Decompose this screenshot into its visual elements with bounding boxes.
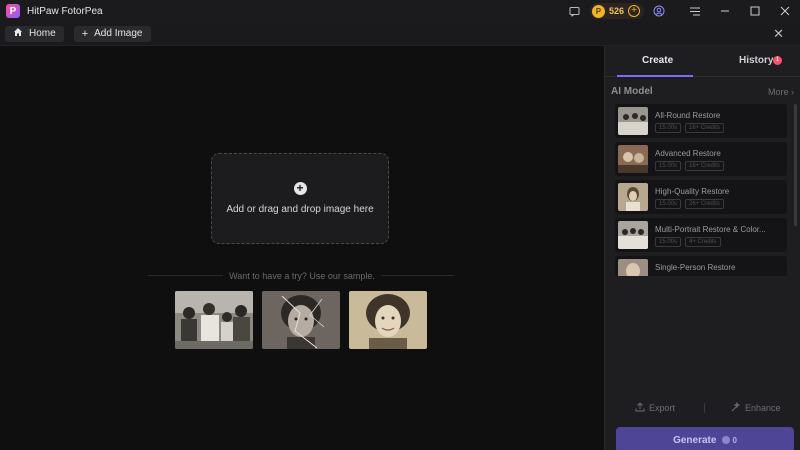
model-name: High-Quality Restore <box>655 187 730 196</box>
model-item-multi-portrait[interactable]: Multi-Portrait Restore & Color... 15.00s… <box>615 218 787 252</box>
tab-create[interactable]: Create <box>642 55 673 66</box>
model-time-badge: 15.00s <box>655 161 682 171</box>
sample-image-damaged-portrait[interactable] <box>262 291 340 349</box>
add-image-button[interactable]: + Add Image <box>73 25 151 42</box>
model-item-advanced[interactable]: Advanced Restore 15.00s 16+ Credits <box>615 142 787 176</box>
active-tab-indicator <box>617 75 693 77</box>
title-bar: P HitPaw FotorPea P 526 + <box>0 0 800 22</box>
account-icon[interactable] <box>652 4 666 18</box>
model-thumbnail <box>618 221 648 249</box>
app-logo-icon: P <box>6 4 20 18</box>
app-title: HitPaw FotorPea <box>27 5 103 17</box>
export-icon <box>635 402 645 412</box>
upload-dropzone[interactable]: + Add or drag and drop image here <box>211 153 389 244</box>
right-panel: Create History 1 AI Model More › All-Rou… <box>604 46 800 450</box>
add-circle-icon: + <box>293 182 307 195</box>
close-tab-icon[interactable]: ✕ <box>773 26 784 42</box>
ai-model-heading: AI Model <box>611 86 653 97</box>
model-credits-badge: 16+ Credits <box>685 161 724 171</box>
model-name: All-Round Restore <box>655 111 721 120</box>
model-credits-badge: 16+ Credits <box>685 123 724 133</box>
coin-icon: P <box>591 4 605 18</box>
tab-home[interactable]: Home <box>5 25 64 42</box>
tab-bar: Home + Add Image ✕ <box>0 22 800 46</box>
model-thumbnail <box>618 183 648 211</box>
export-button[interactable]: Export <box>635 402 675 413</box>
export-label: Export <box>649 403 676 413</box>
model-thumbnail <box>618 107 648 135</box>
model-list: All-Round Restore 15.00s 16+ Credits Adv… <box>611 102 797 276</box>
dropzone-text: Add or drag and drop image here <box>226 204 374 215</box>
tab-history[interactable]: History <box>739 55 773 66</box>
enhance-button[interactable]: Enhance <box>731 401 781 413</box>
action-row: Export Enhance <box>605 401 800 416</box>
menu-icon[interactable] <box>680 0 710 22</box>
tab-home-label: Home <box>29 28 56 39</box>
app-logo-letter: P <box>9 5 17 17</box>
model-name: Advanced Restore <box>655 149 721 158</box>
more-link[interactable]: More › <box>768 87 794 97</box>
home-icon <box>13 27 23 40</box>
model-credits-badge: 4+ Credits <box>685 237 721 247</box>
sample-image-family[interactable] <box>175 291 253 349</box>
model-name: Single-Person Restore <box>655 263 736 272</box>
model-credits-badge: 26+ Credits <box>685 199 724 209</box>
credits-pill[interactable]: P 526 + <box>589 3 644 19</box>
enhance-label: Enhance <box>745 403 781 413</box>
plus-icon: + <box>81 27 89 40</box>
model-name: Multi-Portrait Restore & Color... <box>655 225 766 234</box>
add-credits-icon[interactable]: + <box>628 5 640 17</box>
model-item-single-person[interactable]: Single-Person Restore <box>615 256 787 276</box>
generate-label: Generate <box>673 434 717 446</box>
model-time-badge: 15.00s <box>655 199 682 209</box>
coin-icon <box>722 436 731 444</box>
add-image-label: Add Image <box>94 28 143 39</box>
model-thumbnail <box>618 145 648 173</box>
model-list-scrollbar[interactable] <box>794 104 797 226</box>
generate-cost: 0 <box>732 435 737 445</box>
panel-tabs: Create History 1 <box>605 46 800 77</box>
model-time-badge: 15.00s <box>655 237 682 247</box>
model-time-badge: 15.00s <box>655 123 682 133</box>
more-label: More <box>767 87 789 97</box>
model-thumbnail <box>618 259 648 276</box>
model-item-high-quality[interactable]: High-Quality Restore 15.00s 26+ Credits <box>615 180 787 214</box>
minimize-button[interactable] <box>710 0 740 22</box>
divider <box>704 403 705 413</box>
main-canvas: + Add or drag and drop image here Want t… <box>0 46 604 450</box>
model-item-all-round[interactable]: All-Round Restore 15.00s 16+ Credits <box>615 104 787 138</box>
close-window-button[interactable] <box>770 0 800 22</box>
message-icon[interactable] <box>568 4 582 18</box>
history-badge: 1 <box>773 56 782 65</box>
maximize-button[interactable] <box>740 0 770 22</box>
magic-wand-icon <box>731 401 741 412</box>
sample-prompt-text: Want to have a try? Use our sample. <box>223 271 381 281</box>
sample-image-woman-portrait[interactable] <box>349 291 427 349</box>
credits-count: 526 <box>608 6 624 16</box>
generate-button[interactable]: Generate 0 <box>616 427 794 450</box>
sample-prompt: Want to have a try? Use our sample. <box>0 270 604 282</box>
